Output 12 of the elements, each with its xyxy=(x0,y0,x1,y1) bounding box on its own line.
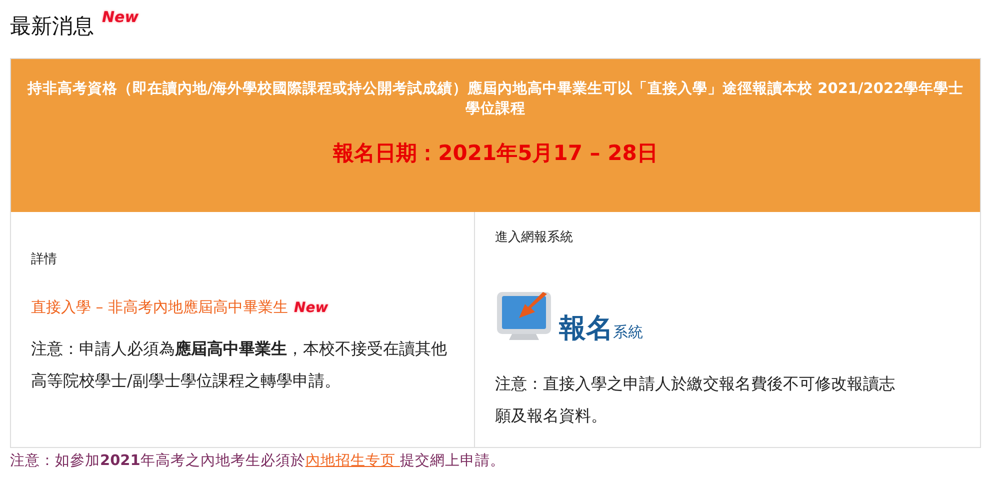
registration-date: 報名日期：2021年5月17 – 28日 xyxy=(332,140,659,167)
note-text: 注意：直接入學之申請人於繳交報名費後不可修改報讀志願及報名資料。 xyxy=(495,373,896,427)
system-label: 進入網報系統 xyxy=(495,229,574,246)
logo-text[interactable]: 報名 xyxy=(559,315,613,342)
page-title: 最新消息 xyxy=(10,13,94,40)
logo-subtext[interactable]: 系統 xyxy=(613,325,643,340)
footer-note: 注意：如參加2021年高考之內地考生必須於內地招生专页 提交網上申請。 xyxy=(10,452,506,470)
note-text: 注意：申請人必須為應屆高中畢業生，本校不接受在讀其他高等院校學士/副學士學位課程之轉學申請。 xyxy=(31,338,448,392)
new-label: New xyxy=(102,8,139,26)
announcement-text: 持非高考資格（即在讀內地/海外學校國際課程或持公開考試成績）應屆內地高中畢業生可以「直接入學」途徑報讀本校 2021/2022學年學士學位課程 xyxy=(27,80,964,119)
new-label: New xyxy=(294,300,328,316)
details-label: 詳情 xyxy=(31,251,58,268)
